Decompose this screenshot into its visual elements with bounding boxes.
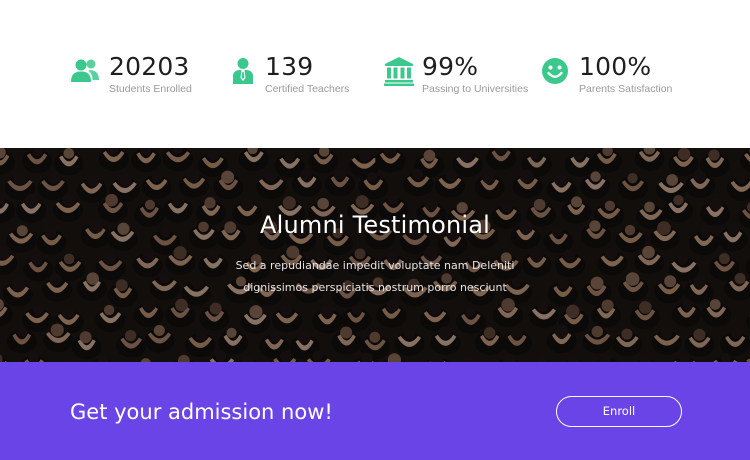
stats-section: 20203 Students Enrolled 139 Certified Te… bbox=[0, 0, 750, 148]
stat-students: 20203 Students Enrolled bbox=[70, 52, 220, 102]
stat-label: Students Enrolled bbox=[109, 83, 192, 95]
testimonial-title: Alumni Testimonial bbox=[259, 211, 491, 239]
stat-satisfaction: 100% Parents Satisfaction bbox=[540, 52, 690, 102]
smile-icon bbox=[540, 56, 570, 86]
university-icon bbox=[384, 56, 414, 86]
stat-number: 139 bbox=[265, 52, 314, 81]
admission-banner: Get your admission now! Enroll bbox=[0, 362, 750, 460]
stat-label: Passing to Universities bbox=[422, 83, 529, 95]
users-icon bbox=[70, 56, 100, 86]
testimonial-section: Alumni Testimonial Sed a repudiandae imp… bbox=[0, 148, 750, 362]
testimonial-text-line: Sed a repudiandae impedit voluptate nam … bbox=[235, 259, 515, 272]
stat-number: 100% bbox=[579, 52, 652, 81]
stat-teachers: 139 Certified Teachers bbox=[228, 52, 378, 102]
testimonial-text: Sed a repudiandae impedit voluptate nam … bbox=[200, 255, 550, 299]
stat-label: Certified Teachers bbox=[265, 83, 350, 95]
enroll-button[interactable]: Enroll bbox=[556, 396, 682, 427]
stat-label: Parents Satisfaction bbox=[579, 83, 673, 95]
stat-universities: 99% Passing to Universities bbox=[384, 52, 534, 102]
stat-number: 99% bbox=[422, 52, 479, 81]
admission-title: Get your admission now! bbox=[70, 400, 333, 424]
teacher-icon bbox=[228, 56, 258, 86]
stat-number: 20203 bbox=[109, 52, 190, 81]
testimonial-text-line: dignissimos perspiciatis nostrum porro n… bbox=[243, 281, 507, 294]
